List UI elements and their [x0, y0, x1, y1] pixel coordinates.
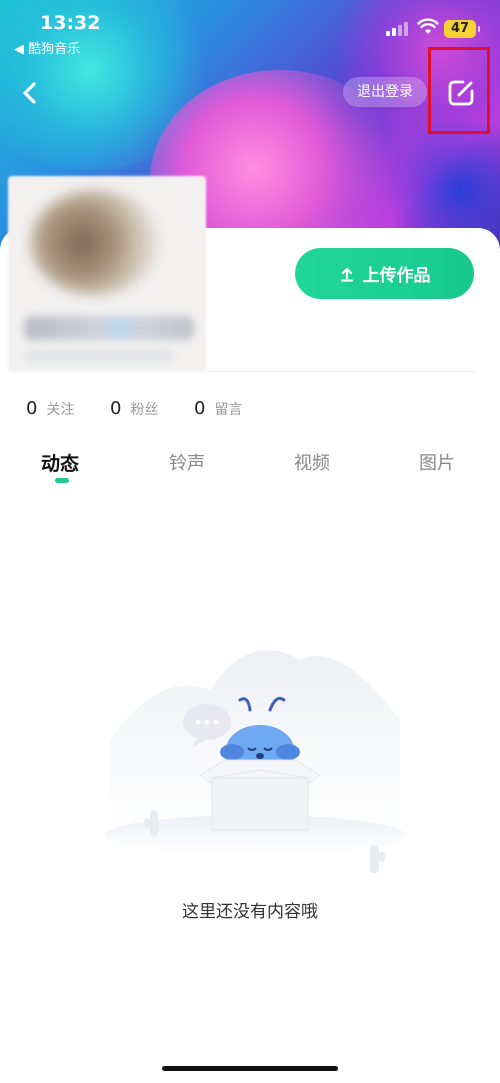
- stat-fans-label: 粉丝: [130, 402, 159, 418]
- edit-icon[interactable]: [446, 78, 476, 108]
- wifi-icon: [417, 18, 439, 34]
- avatar[interactable]: [30, 190, 160, 295]
- tab-ringtones[interactable]: 铃声: [169, 449, 205, 475]
- stat-following[interactable]: 0 关注: [26, 398, 74, 419]
- logout-button[interactable]: 退出登录: [343, 77, 427, 107]
- signal-icon: [386, 22, 410, 36]
- tab-videos[interactable]: 视频: [294, 449, 330, 475]
- home-indicator[interactable]: [162, 1066, 338, 1071]
- stat-messages-label: 留言: [214, 402, 243, 418]
- status-time: 13:32: [40, 12, 101, 34]
- stat-following-count: 0: [26, 398, 38, 419]
- stat-fans[interactable]: 0 粉丝: [110, 398, 158, 419]
- upload-icon: [340, 267, 353, 282]
- battery-icon: 47: [444, 20, 480, 38]
- tab-dynamic[interactable]: 动态: [41, 449, 79, 476]
- stat-messages-count: 0: [194, 398, 206, 419]
- user-subtitle-blurred: [24, 350, 174, 362]
- divider: [206, 371, 476, 372]
- back-to-app-link[interactable]: ◀ 酷狗音乐: [14, 38, 80, 57]
- stat-messages[interactable]: 0 留言: [194, 398, 242, 419]
- upload-button-label: 上传作品: [362, 266, 431, 286]
- tab-pictures[interactable]: 图片: [419, 449, 455, 475]
- stat-following-label: 关注: [46, 402, 75, 418]
- empty-box-illustration: [105, 650, 405, 873]
- username-blurred: [24, 316, 194, 340]
- back-icon[interactable]: [16, 76, 46, 110]
- empty-state-message: 这里还没有内容哦: [182, 902, 318, 922]
- stat-fans-count: 0: [110, 398, 122, 419]
- upload-works-button[interactable]: 上传作品: [295, 248, 474, 299]
- active-tab-indicator: [55, 478, 69, 483]
